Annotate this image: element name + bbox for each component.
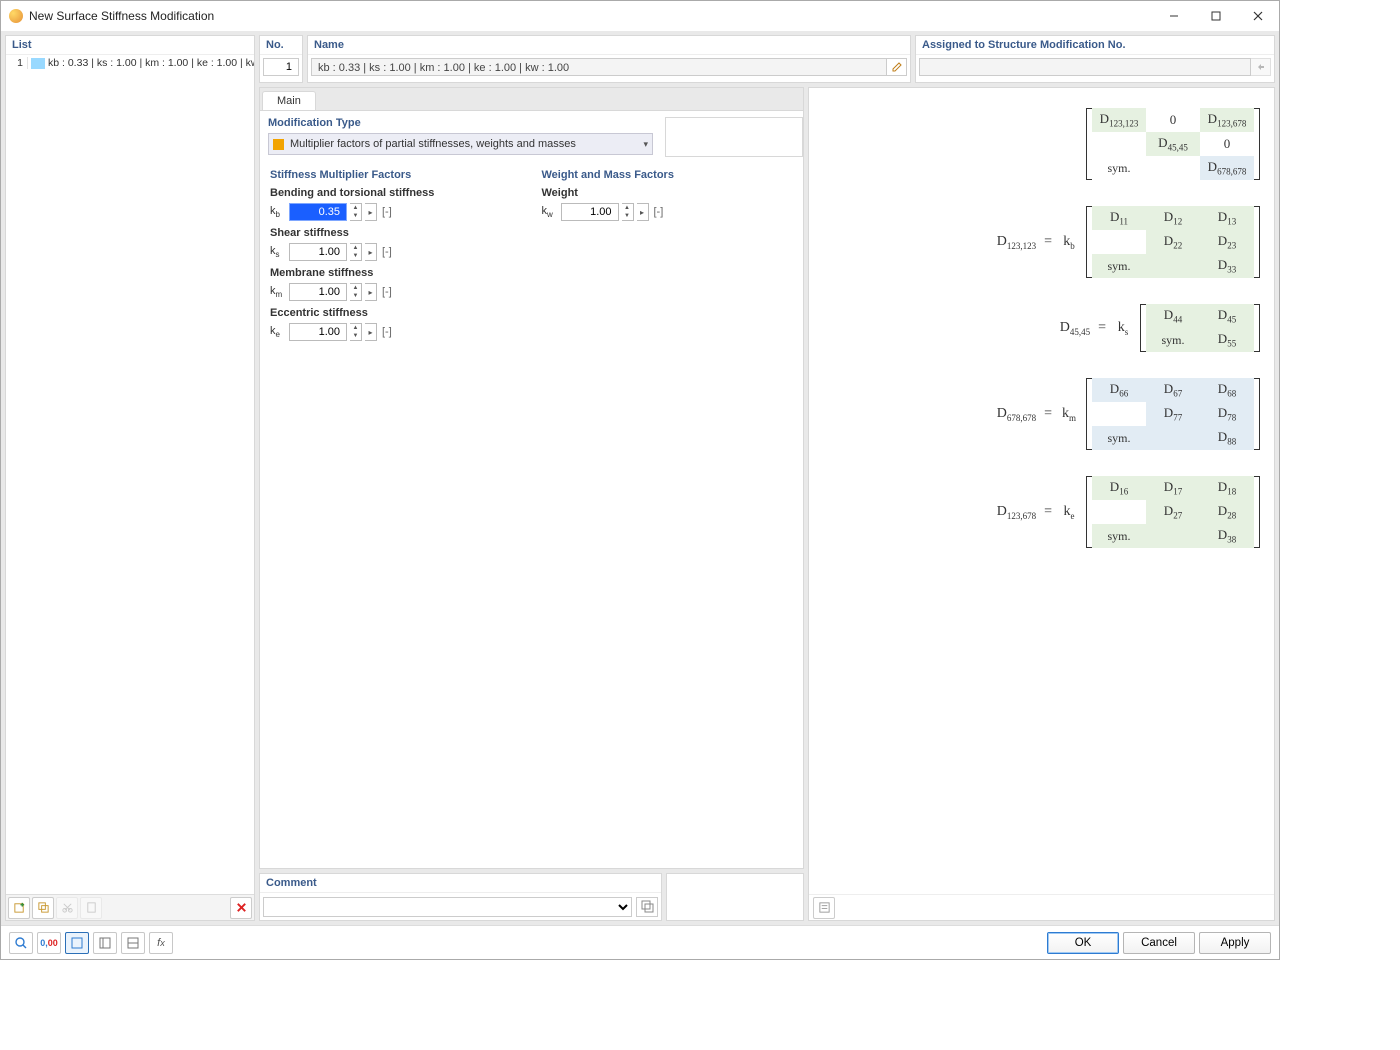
list-panel: List 1 kb : 0.33 | ks : 1.00 | km : 1.00… bbox=[5, 35, 255, 921]
modtype-dropdown[interactable]: Multiplier factors of partial stiffnesse… bbox=[268, 133, 653, 155]
tab-main[interactable]: Main bbox=[262, 91, 316, 110]
kb-label: kb bbox=[270, 205, 286, 219]
list-body[interactable]: 1 kb : 0.33 | ks : 1.00 | km : 1.00 | ke… bbox=[6, 55, 254, 894]
name-field: kb : 0.33 | ks : 1.00 | km : 1.00 | ke :… bbox=[311, 58, 887, 76]
window-title: New Surface Stiffness Modification bbox=[29, 9, 1153, 23]
apply-button[interactable]: Apply bbox=[1199, 932, 1271, 954]
assigned-field bbox=[919, 58, 1251, 76]
delete-item-button[interactable] bbox=[230, 897, 252, 919]
km-input[interactable] bbox=[289, 283, 347, 301]
shear-label: Shear stiffness bbox=[270, 227, 522, 239]
units-button[interactable]: 0,00 bbox=[37, 932, 61, 954]
preview-panel: D123,1230D123,678 D45,450 sym.D678,678 D… bbox=[808, 87, 1275, 921]
list-header: List bbox=[6, 36, 254, 55]
bending-label: Bending and torsional stiffness bbox=[270, 187, 522, 199]
ke-unit: [-] bbox=[382, 326, 392, 338]
modtype-selected: Multiplier factors of partial stiffnesse… bbox=[290, 138, 637, 150]
comment-input[interactable] bbox=[263, 897, 632, 917]
modtype-header: Modification Type bbox=[268, 117, 653, 129]
preview-settings-button[interactable] bbox=[813, 897, 835, 919]
km-spinner[interactable]: ▲▼ bbox=[350, 283, 362, 301]
assigned-label: Assigned to Structure Modification No. bbox=[916, 36, 1274, 55]
view-mode-1[interactable] bbox=[65, 932, 89, 954]
ke-spinner[interactable]: ▲▼ bbox=[350, 323, 362, 341]
kw-unit: [-] bbox=[654, 206, 664, 218]
cut-button bbox=[56, 897, 78, 919]
weight-header: Weight and Mass Factors bbox=[542, 169, 794, 181]
ks-pick[interactable]: ▸ bbox=[365, 243, 377, 261]
kw-pick[interactable]: ▸ bbox=[637, 203, 649, 221]
minimize-button[interactable] bbox=[1153, 1, 1195, 31]
ks-spinner[interactable]: ▲▼ bbox=[350, 243, 362, 261]
modtype-swatch bbox=[273, 139, 284, 150]
ok-button[interactable]: OK bbox=[1047, 932, 1119, 954]
eccentric-label: Eccentric stiffness bbox=[270, 307, 522, 319]
list-item-text: kb : 0.33 | ks : 1.00 | km : 1.00 | ke :… bbox=[48, 57, 254, 69]
km-unit: [-] bbox=[382, 286, 392, 298]
help-button[interactable] bbox=[9, 932, 33, 954]
cancel-button[interactable]: Cancel bbox=[1123, 932, 1195, 954]
name-label: Name bbox=[308, 36, 910, 55]
assigned-panel: Assigned to Structure Modification No. bbox=[915, 35, 1275, 83]
no-label: No. bbox=[260, 36, 302, 55]
no-input[interactable] bbox=[263, 58, 299, 76]
kb-unit: [-] bbox=[382, 206, 392, 218]
chevron-down-icon: ▾ bbox=[643, 139, 648, 150]
name-edit-button[interactable] bbox=[887, 58, 907, 76]
km-pick[interactable]: ▸ bbox=[365, 283, 377, 301]
list-item-num: 1 bbox=[6, 57, 28, 69]
kb-spinner[interactable]: ▲▼ bbox=[350, 203, 362, 221]
kw-label: kw bbox=[542, 205, 558, 219]
close-button[interactable] bbox=[1237, 1, 1279, 31]
new-item-button[interactable] bbox=[8, 897, 30, 919]
ke-label: ke bbox=[270, 325, 286, 339]
assigned-pick-button[interactable] bbox=[1251, 58, 1271, 76]
name-panel: Name kb : 0.33 | ks : 1.00 | km : 1.00 |… bbox=[307, 35, 911, 83]
km-label: km bbox=[270, 285, 286, 299]
ks-label: ks bbox=[270, 245, 286, 259]
comment-header: Comment bbox=[260, 874, 661, 893]
comment-library-button[interactable] bbox=[636, 897, 658, 917]
ke-pick[interactable]: ▸ bbox=[365, 323, 377, 341]
membrane-label: Membrane stiffness bbox=[270, 267, 522, 279]
list-item[interactable]: 1 kb : 0.33 | ks : 1.00 | km : 1.00 | ke… bbox=[6, 55, 254, 71]
list-item-swatch bbox=[31, 58, 45, 69]
stiffness-header: Stiffness Multiplier Factors bbox=[270, 169, 522, 181]
titlebar: New Surface Stiffness Modification bbox=[1, 1, 1279, 31]
maximize-button[interactable] bbox=[1195, 1, 1237, 31]
app-icon bbox=[9, 9, 23, 23]
weight-label: Weight bbox=[542, 187, 794, 199]
ke-input[interactable] bbox=[289, 323, 347, 341]
view-mode-3[interactable] bbox=[121, 932, 145, 954]
view-mode-2[interactable] bbox=[93, 932, 117, 954]
ks-input[interactable] bbox=[289, 243, 347, 261]
kb-pick[interactable]: ▸ bbox=[365, 203, 377, 221]
function-button[interactable]: fx bbox=[149, 932, 173, 954]
kb-input[interactable] bbox=[289, 203, 347, 221]
duplicate-item-button[interactable] bbox=[32, 897, 54, 919]
no-panel: No. bbox=[259, 35, 303, 83]
kw-spinner[interactable]: ▲▼ bbox=[622, 203, 634, 221]
ks-unit: [-] bbox=[382, 246, 392, 258]
kw-input[interactable] bbox=[561, 203, 619, 221]
comment-panel: Comment bbox=[259, 873, 662, 921]
paste-button bbox=[80, 897, 102, 919]
